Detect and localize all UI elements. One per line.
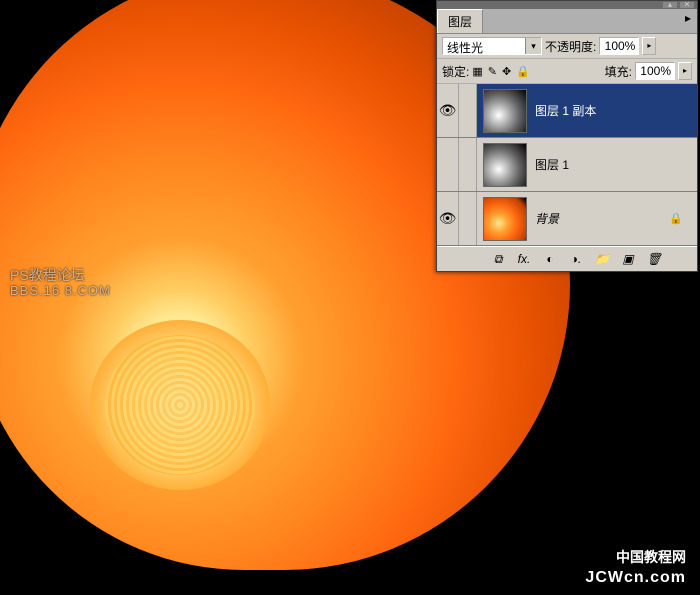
flower-center [90,320,270,490]
eye-icon: 👁 [439,102,457,119]
watermark-url2: JCWcn.com [585,569,686,587]
lock-position-icon[interactable]: ✥ [502,65,511,78]
fill-label: 填充: [605,63,632,80]
opacity-flyout-icon[interactable]: ▸ [642,37,656,55]
watermark-url1: BBS.16 8.COM [10,283,111,298]
lock-all-icon[interactable]: 🔒 [516,65,530,78]
panel-tabs: 图层 ▸ [437,9,697,34]
watermark-forum: PS教程论坛 [10,265,85,285]
opacity-label: 不透明度: [545,38,596,55]
eye-icon: 👁 [439,210,457,227]
folder-icon[interactable]: 📁 [590,250,614,268]
panel-menu-icon[interactable]: ▸ [679,9,697,33]
layer-content[interactable]: 图层 1 [477,138,697,191]
layer-thumbnail[interactable] [483,143,527,187]
fx-icon[interactable]: fx. [512,250,536,268]
new-layer-icon[interactable]: ▣ [616,250,640,268]
blend-row: 线性光 ▾ 不透明度: 100% ▸ [437,34,697,59]
layer-row[interactable]: 👁 背景 🔒 [437,192,697,246]
layer-content[interactable]: 图层 1 副本 [477,84,697,137]
layers-panel: ▴ ✕ 图层 ▸ 线性光 ▾ 不透明度: 100% ▸ 锁定: ▦ ✎ ✥ 🔒 … [436,0,698,272]
panel-footer: ⧉ fx. ◐ ◑. 📁 ▣ 🗑 [437,246,697,271]
blend-mode-value: 线性光 [443,38,525,54]
blend-mode-dropdown[interactable]: 线性光 ▾ [442,37,542,55]
trash-icon[interactable]: 🗑 [642,250,666,268]
layer-row[interactable]: 👁 图层 1 副本 [437,84,697,138]
layer-row[interactable]: 图层 1 [437,138,697,192]
link-layers-icon[interactable]: ⧉ [486,250,510,268]
link-column[interactable] [459,192,477,245]
visibility-toggle[interactable]: 👁 [437,84,459,137]
visibility-toggle[interactable]: 👁 [437,192,459,245]
minimize-icon[interactable]: ▴ [663,2,677,8]
visibility-toggle[interactable] [437,138,459,191]
lock-icon: 🔒 [669,212,683,225]
panel-titlebar: ▴ ✕ [437,1,697,9]
lock-buttons: ▦ ✎ ✥ 🔒 [472,65,530,78]
lock-row: 锁定: ▦ ✎ ✥ 🔒 填充: 100% ▸ [437,59,697,84]
link-column[interactable] [459,138,477,191]
layer-thumbnail[interactable] [483,197,527,241]
lock-transparency-icon[interactable]: ▦ [472,65,482,78]
fill-input[interactable]: 100% [635,62,675,80]
link-column[interactable] [459,84,477,137]
tab-layers[interactable]: 图层 [437,9,483,33]
fill-flyout-icon[interactable]: ▸ [678,62,692,80]
layer-list: 👁 图层 1 副本 图层 1 👁 背景 🔒 [437,84,697,246]
layer-name-label[interactable]: 图层 1 副本 [535,102,596,119]
opacity-input[interactable]: 100% [599,37,639,55]
mask-icon[interactable]: ◐ [538,250,562,268]
lock-pixels-icon[interactable]: ✎ [488,65,497,78]
layer-content[interactable]: 背景 🔒 [477,192,697,245]
layer-thumbnail[interactable] [483,89,527,133]
lock-label: 锁定: [442,63,469,80]
adjustment-icon[interactable]: ◑. [564,250,588,268]
layer-name-label[interactable]: 图层 1 [535,156,569,173]
watermark-brand: 中国教程网 [616,547,686,567]
chevron-down-icon[interactable]: ▾ [525,38,541,54]
layer-name-label[interactable]: 背景 [535,210,559,227]
close-icon[interactable]: ✕ [680,2,694,8]
